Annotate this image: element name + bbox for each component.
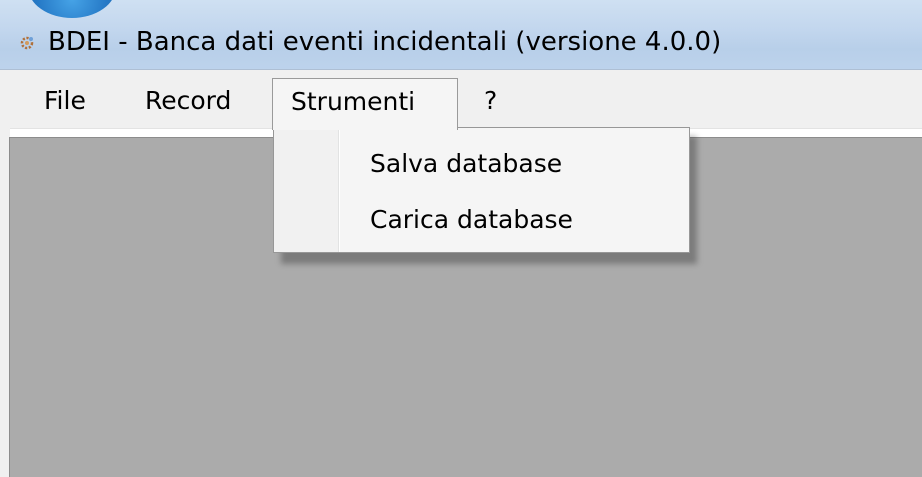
menu-strumenti[interactable]: Strumenti: [272, 78, 458, 130]
menu-bar: File Record Strumenti ?: [0, 70, 922, 130]
client-left-edge: [9, 137, 10, 477]
window-title: BDEI - Banca dati eventi incidentali (ve…: [48, 27, 722, 57]
menu-record[interactable]: Record: [145, 81, 231, 121]
menu-icon-gutter: [274, 128, 339, 252]
title-bar[interactable]: BDEI - Banca dati eventi incidentali (ve…: [0, 0, 922, 70]
strumenti-dropdown-menu: Salva database Carica database: [273, 127, 690, 253]
menu-file[interactable]: File: [44, 81, 86, 121]
menu-gutter-divider: [339, 128, 340, 252]
application-window: BDEI - Banca dati eventi incidentali (ve…: [0, 0, 922, 477]
menu-item-carica-database[interactable]: Carica database: [370, 198, 573, 242]
menu-item-salva-database[interactable]: Salva database: [370, 142, 562, 186]
gear-app-icon[interactable]: [16, 32, 38, 54]
menu-help[interactable]: ?: [484, 81, 497, 121]
window-glass-orb: [28, 0, 116, 18]
